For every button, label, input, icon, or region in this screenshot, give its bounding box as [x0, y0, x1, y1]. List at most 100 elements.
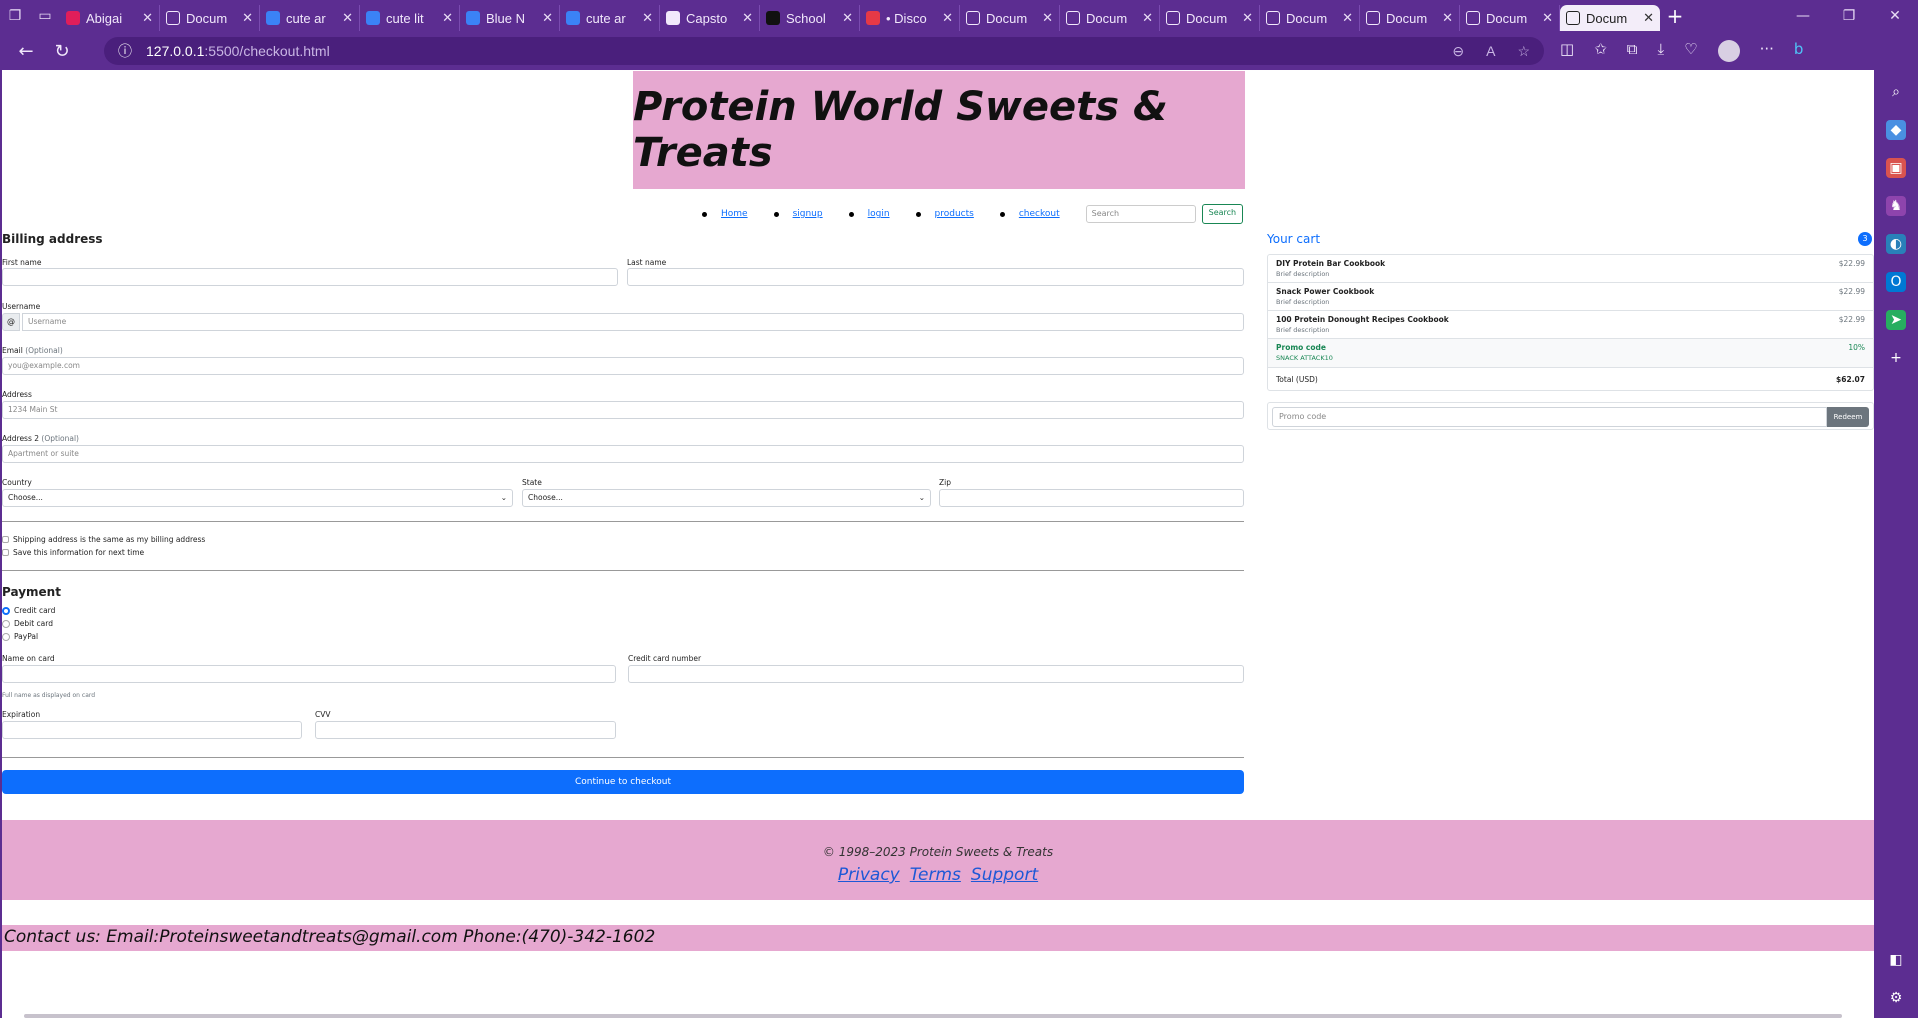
promo-code-input[interactable]: Promo code [1272, 407, 1827, 427]
browser-tab[interactable]: Docum ✕ [1460, 5, 1560, 31]
close-tab-icon[interactable]: ✕ [1042, 11, 1053, 26]
nav-link-home[interactable]: Home [721, 209, 748, 219]
browser-tab[interactable]: Docum ✕ [1160, 5, 1260, 31]
restore-icon[interactable]: ❐ [1826, 8, 1872, 24]
address2-field[interactable]: Apartment or suite [2, 445, 1244, 463]
browser-tab[interactable]: Docum ✕ [1560, 5, 1660, 31]
radio-debit-card-label: Debit card [14, 619, 53, 628]
browser-tab[interactable]: Capsto ✕ [660, 5, 760, 31]
browser-essentials-icon[interactable]: ♡ [1684, 40, 1697, 62]
close-tab-icon[interactable]: ✕ [1643, 11, 1654, 26]
browser-tab[interactable]: cute lit ✕ [360, 5, 460, 31]
more-menu-icon[interactable]: ··· [1760, 40, 1774, 62]
shopping-tag-icon[interactable]: ◆ [1886, 120, 1906, 140]
close-tab-icon[interactable]: ✕ [1542, 11, 1553, 26]
footer-link-privacy[interactable]: Privacy [838, 865, 900, 885]
new-tab-button[interactable]: + [1660, 4, 1690, 28]
same-address-checkbox[interactable]: Shipping address is the same as my billi… [2, 535, 205, 544]
refresh-icon[interactable]: ↻ [44, 41, 80, 62]
expiration-field[interactable] [2, 721, 302, 739]
cc-number-field[interactable] [628, 665, 1244, 683]
browser-tab[interactable]: School ✕ [760, 5, 860, 31]
nav-link-signup[interactable]: signup [793, 209, 823, 219]
collections-icon[interactable]: ⧉ [1627, 40, 1638, 62]
nav-link-checkout[interactable]: checkout [1019, 209, 1060, 219]
site-search-input[interactable]: Search [1085, 205, 1196, 223]
close-tab-icon[interactable]: ✕ [342, 11, 353, 26]
favorites-icon[interactable]: ✩ [1594, 40, 1607, 62]
profile-avatar[interactable] [1717, 40, 1740, 62]
split-screen-icon[interactable]: ◫ [1560, 40, 1574, 62]
close-tab-icon[interactable]: ✕ [242, 11, 253, 26]
settings-gear-icon[interactable]: ⚙ [1886, 988, 1906, 1008]
cart-promo-row: Promo code SNACK ATTACK10 10% [1268, 339, 1873, 368]
close-tab-icon[interactable]: ✕ [542, 11, 553, 26]
country-select[interactable]: Choose... ⌄ [2, 489, 513, 507]
first-name-field[interactable] [2, 268, 618, 286]
horizontal-scrollbar[interactable] [24, 1014, 1842, 1018]
site-info-icon[interactable]: ⓘ [118, 41, 132, 61]
browser-tab[interactable]: Docum ✕ [1060, 5, 1160, 31]
close-tab-icon[interactable]: ✕ [142, 11, 153, 26]
zoom-icon[interactable]: ⊖ [1452, 43, 1464, 60]
search-icon[interactable]: ⌕ [1886, 82, 1906, 102]
last-name-field[interactable] [627, 268, 1244, 286]
add-sidebar-app-icon[interactable]: + [1886, 348, 1906, 368]
address-field[interactable]: 1234 Main St [2, 401, 1244, 419]
continue-to-checkout-button[interactable]: Continue to checkout [2, 770, 1244, 794]
close-tab-icon[interactable]: ✕ [742, 11, 753, 26]
browser-tab[interactable]: Blue N ✕ [460, 5, 560, 31]
close-tab-icon[interactable]: ✕ [842, 11, 853, 26]
close-tab-icon[interactable]: ✕ [642, 11, 653, 26]
nav-link-products[interactable]: products [935, 209, 974, 219]
cvv-field[interactable] [315, 721, 616, 739]
browser-tab[interactable]: Docum ✕ [160, 5, 260, 31]
close-tab-icon[interactable]: ✕ [1442, 11, 1453, 26]
browser-tab[interactable]: Abigai ✕ [60, 5, 160, 31]
minimize-icon[interactable]: — [1780, 8, 1826, 24]
read-aloud-icon[interactable]: A [1486, 43, 1495, 60]
downloads-icon[interactable]: ⤓ [1657, 40, 1664, 62]
site-search-button[interactable]: Search [1201, 204, 1244, 224]
close-tab-icon[interactable]: ✕ [942, 11, 953, 26]
nav-link-login[interactable]: login [868, 209, 890, 219]
close-tab-icon[interactable]: ✕ [1242, 11, 1253, 26]
games-icon[interactable]: ♞ [1886, 196, 1906, 216]
name-on-card-field[interactable] [2, 665, 616, 683]
close-window-icon[interactable]: ✕ [1872, 8, 1918, 24]
url-field[interactable]: ⓘ 127.0.0.1:5500/checkout.html ⊖ A ☆ [104, 37, 1544, 65]
microsoft-365-icon[interactable]: ◐ [1886, 234, 1906, 254]
sidebar-panel-icon[interactable]: ◧ [1886, 950, 1906, 970]
browser-tab[interactable]: cute ar ✕ [560, 5, 660, 31]
favorite-star-icon[interactable]: ☆ [1517, 43, 1530, 60]
browser-tab[interactable]: • Disco ✕ [860, 5, 960, 31]
drop-icon[interactable]: ➤ [1886, 310, 1906, 330]
back-icon[interactable]: ← [8, 41, 44, 62]
browser-toolbar: ◫ ✩ ⧉ ⤓ ♡ ··· b [1560, 40, 1803, 62]
close-tab-icon[interactable]: ✕ [442, 11, 453, 26]
save-info-checkbox[interactable]: Save this information for next time [2, 548, 144, 557]
browser-tab[interactable]: Docum ✕ [1260, 5, 1360, 31]
copilot-icon[interactable]: b [1794, 40, 1804, 62]
footer-link-terms[interactable]: Terms [910, 865, 961, 885]
radio-debit-card[interactable]: Debit card [2, 619, 53, 628]
radio-credit-card[interactable]: Credit card [2, 606, 55, 615]
cart-item-desc: Brief description [1276, 298, 1330, 306]
close-tab-icon[interactable]: ✕ [1342, 11, 1353, 26]
footer-link-support[interactable]: Support [971, 865, 1038, 885]
tab-actions-icon[interactable]: ▭ [30, 0, 60, 32]
radio-paypal[interactable]: PayPal [2, 632, 38, 641]
browser-tab[interactable]: Docum ✕ [1360, 5, 1460, 31]
cart-item-name: 100 Protein Donought Recipes Cookbook [1276, 315, 1449, 324]
username-field[interactable]: Username [22, 313, 1244, 331]
close-tab-icon[interactable]: ✕ [1142, 11, 1153, 26]
state-select[interactable]: Choose... ⌄ [522, 489, 931, 507]
browser-tab[interactable]: Docum ✕ [960, 5, 1060, 31]
browser-tab[interactable]: cute ar ✕ [260, 5, 360, 31]
redeem-button[interactable]: Redeem [1827, 407, 1869, 427]
tools-briefcase-icon[interactable]: ▣ [1886, 158, 1906, 178]
email-field[interactable]: you@example.com [2, 357, 1244, 375]
zip-field[interactable] [939, 489, 1244, 507]
outlook-icon[interactable]: O [1886, 272, 1906, 292]
workspaces-icon[interactable]: ❐ [0, 0, 30, 32]
